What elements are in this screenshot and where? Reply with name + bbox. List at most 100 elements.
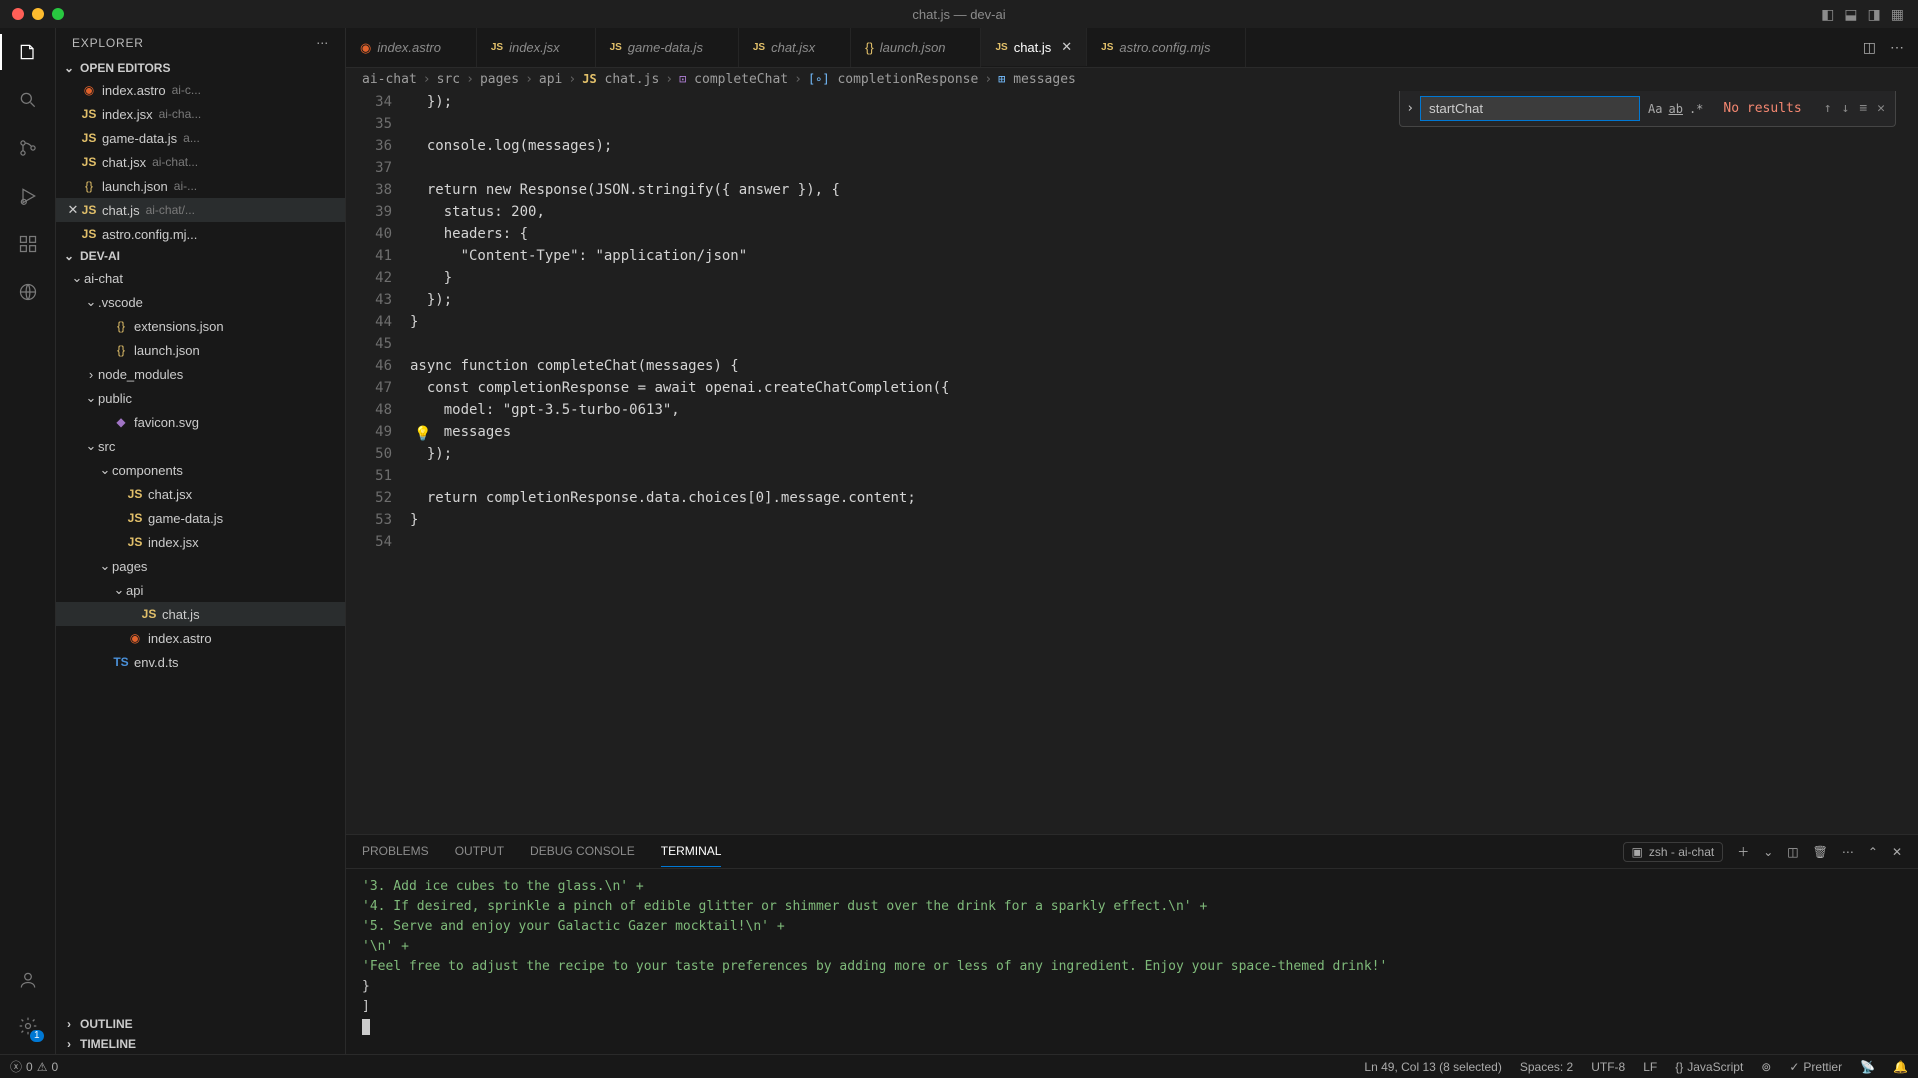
- outline-section[interactable]: › OUTLINE: [56, 1014, 345, 1034]
- find-close-icon[interactable]: ✕: [1877, 101, 1885, 116]
- open-editor-item[interactable]: {}launch.jsonai-...: [56, 174, 345, 198]
- file-item[interactable]: ◉index.astro: [56, 626, 345, 650]
- project-root-section[interactable]: ⌄ DEV-AI: [56, 246, 345, 266]
- code-line[interactable]: });: [410, 443, 1918, 465]
- activity-extensions-icon[interactable]: [14, 230, 42, 258]
- code-line[interactable]: }: [410, 311, 1918, 333]
- code-line[interactable]: model: "gpt-3.5-turbo-0613",: [410, 399, 1918, 421]
- code-line[interactable]: const completionResponse = await openai.…: [410, 377, 1918, 399]
- terminal-output[interactable]: '3. Add ice cubes to the glass.\n' + '4.…: [346, 869, 1918, 1054]
- activity-account-icon[interactable]: [14, 966, 42, 994]
- code-line[interactable]: messages: [410, 421, 1918, 443]
- editor-tab[interactable]: ◉index.astro✕: [346, 28, 477, 67]
- split-editor-icon[interactable]: ◫: [1863, 39, 1876, 56]
- status-feedback-icon[interactable]: 📡: [1860, 1060, 1875, 1074]
- panel-tab-problems[interactable]: PROBLEMS: [362, 836, 429, 867]
- find-regex-icon[interactable]: .*: [1689, 102, 1703, 116]
- folder-item[interactable]: ⌄pages: [56, 554, 345, 578]
- panel-tab-terminal[interactable]: TERMINAL: [661, 836, 722, 867]
- terminal-split-icon[interactable]: ◫: [1787, 845, 1798, 859]
- open-editor-item[interactable]: JSchat.jsxai-chat...: [56, 150, 345, 174]
- status-bell-icon[interactable]: 🔔: [1893, 1060, 1908, 1074]
- file-item[interactable]: JSchat.jsx: [56, 482, 345, 506]
- status-language[interactable]: {}JavaScript: [1675, 1060, 1743, 1074]
- terminal-kill-icon[interactable]: 🗑: [1813, 845, 1828, 859]
- status-cursor-pos[interactable]: Ln 49, Col 13 (8 selected): [1364, 1060, 1501, 1074]
- file-item[interactable]: {}launch.json: [56, 338, 345, 362]
- file-item[interactable]: ◆favicon.svg: [56, 410, 345, 434]
- editor-tab[interactable]: JSchat.jsx✕: [739, 28, 851, 67]
- editor-tab[interactable]: JSindex.jsx✕: [477, 28, 596, 67]
- file-item[interactable]: TSenv.d.ts: [56, 650, 345, 674]
- code-line[interactable]: [410, 333, 1918, 355]
- breadcrumb-segment[interactable]: src: [437, 72, 460, 87]
- close-icon[interactable]: ✕: [1061, 39, 1072, 55]
- breadcrumbs[interactable]: ai-chat›src›pages›api›JS chat.js›⊡ compl…: [346, 68, 1918, 91]
- code-line[interactable]: status: 200,: [410, 201, 1918, 223]
- activity-explorer-icon[interactable]: [14, 38, 42, 66]
- code-line[interactable]: headers: {: [410, 223, 1918, 245]
- status-encoding[interactable]: UTF-8: [1591, 1060, 1625, 1074]
- folder-item[interactable]: ⌄.vscode: [56, 290, 345, 314]
- code-line[interactable]: }: [410, 267, 1918, 289]
- breadcrumb-segment[interactable]: [∘] completionResponse: [808, 72, 978, 87]
- code-line[interactable]: "Content-Type": "application/json": [410, 245, 1918, 267]
- find-next-icon[interactable]: ↓: [1842, 101, 1850, 116]
- panel-close-icon[interactable]: ✕: [1892, 845, 1902, 859]
- file-item[interactable]: JSchat.js: [56, 602, 345, 626]
- code-line[interactable]: [410, 531, 1918, 553]
- editor-tab[interactable]: JSchat.js✕: [981, 27, 1087, 66]
- activity-scm-icon[interactable]: [14, 134, 42, 162]
- file-item[interactable]: JSindex.jsx: [56, 530, 345, 554]
- panel-tab-debug-console[interactable]: DEBUG CONSOLE: [530, 836, 635, 867]
- status-errors[interactable]: ⓧ0 ⚠0: [10, 1058, 58, 1075]
- open-editor-item[interactable]: ◉index.astroai-c...: [56, 78, 345, 102]
- code-line[interactable]: return completionResponse.data.choices[0…: [410, 487, 1918, 509]
- breadcrumb-segment[interactable]: JS chat.js: [582, 72, 659, 87]
- lightbulb-icon[interactable]: 💡: [414, 423, 431, 445]
- find-expand-icon[interactable]: ›: [1400, 101, 1420, 116]
- breadcrumb-segment[interactable]: ai-chat: [362, 72, 417, 87]
- breadcrumb-segment[interactable]: api: [539, 72, 562, 87]
- breadcrumb-segment[interactable]: pages: [480, 72, 519, 87]
- breadcrumb-segment[interactable]: ⊡ completeChat: [679, 72, 788, 87]
- panel-maximize-icon[interactable]: ⌃: [1868, 845, 1878, 859]
- open-editor-item[interactable]: JSastro.config.mj...: [56, 222, 345, 246]
- folder-item[interactable]: ⌄public: [56, 386, 345, 410]
- close-icon[interactable]: ✕: [66, 202, 80, 218]
- timeline-section[interactable]: › TIMELINE: [56, 1034, 345, 1054]
- file-item[interactable]: {}extensions.json: [56, 314, 345, 338]
- terminal-new-icon[interactable]: ＋: [1737, 843, 1749, 860]
- fullscreen-window-button[interactable]: [52, 8, 64, 20]
- folder-item[interactable]: ⌄ai-chat: [56, 266, 345, 290]
- find-case-icon[interactable]: Aa: [1648, 102, 1662, 116]
- code-line[interactable]: return new Response(JSON.stringify({ ans…: [410, 179, 1918, 201]
- toggle-panel-left-icon[interactable]: ◧: [1821, 6, 1834, 23]
- toggle-panel-right-icon[interactable]: ◨: [1868, 6, 1881, 23]
- tab-more-icon[interactable]: ⋯: [1890, 39, 1904, 56]
- status-eol[interactable]: LF: [1643, 1060, 1657, 1074]
- find-selection-icon[interactable]: ≡: [1859, 101, 1867, 116]
- status-prettier[interactable]: ✓Prettier: [1789, 1060, 1842, 1074]
- customize-layout-icon[interactable]: ▦: [1891, 6, 1904, 23]
- code-editor[interactable]: › Aa ab .* No results ↑ ↓ ≡ ✕ 3435363738…: [346, 91, 1918, 834]
- find-input[interactable]: [1420, 96, 1640, 121]
- editor-tab[interactable]: JSgame-data.js✕: [596, 28, 739, 67]
- find-prev-icon[interactable]: ↑: [1824, 101, 1832, 116]
- toggle-panel-bottom-icon[interactable]: ⬓: [1844, 6, 1857, 23]
- status-indent[interactable]: Spaces: 2: [1520, 1060, 1573, 1074]
- sidebar-more-icon[interactable]: ⋯: [316, 36, 329, 50]
- status-copilot-icon[interactable]: ⊚: [1761, 1060, 1771, 1074]
- open-editors-section[interactable]: ⌄ OPEN EDITORS: [56, 58, 345, 78]
- folder-item[interactable]: ⌄src: [56, 434, 345, 458]
- editor-tab[interactable]: JSastro.config.mjs✕: [1087, 28, 1246, 67]
- open-editor-item[interactable]: JSgame-data.jsa...: [56, 126, 345, 150]
- code-line[interactable]: console.log(messages);: [410, 135, 1918, 157]
- activity-settings-icon[interactable]: 1: [14, 1012, 42, 1040]
- find-word-icon[interactable]: ab: [1669, 102, 1683, 116]
- code-line[interactable]: });: [410, 289, 1918, 311]
- open-editor-item[interactable]: ✕JSchat.jsai-chat/...: [56, 198, 345, 222]
- terminal-selector[interactable]: ▣ zsh - ai-chat: [1623, 842, 1724, 862]
- code-line[interactable]: }: [410, 509, 1918, 531]
- code-line[interactable]: [410, 465, 1918, 487]
